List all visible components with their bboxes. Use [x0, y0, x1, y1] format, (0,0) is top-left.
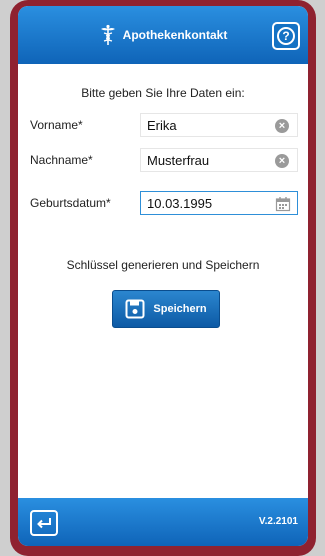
birthdate-row: Geburtsdatum* 10.03.1995 — [30, 191, 300, 215]
birthdate-label: Geburtsdatum* — [30, 196, 111, 210]
last-name-value: Musterfrau — [147, 153, 210, 168]
last-name-label: Nachname* — [30, 153, 93, 167]
page-title: Apothekenkontakt — [122, 28, 228, 42]
birthdate-value: 10.03.1995 — [147, 196, 213, 211]
help-button[interactable]: ? — [272, 22, 300, 50]
caduceus-icon — [100, 24, 115, 45]
first-name-value: Erika — [147, 118, 177, 133]
clear-icon[interactable]: × — [275, 119, 289, 133]
form-instruction: Bitte geben Sie Ihre Daten ein: — [81, 86, 245, 100]
save-button[interactable]: Speichern — [112, 290, 220, 328]
back-button[interactable] — [30, 510, 58, 536]
app-screen: Apothekenkontakt ? Bitte geben Sie Ihre … — [18, 6, 308, 546]
birthdate-field[interactable]: 10.03.1995 — [140, 191, 298, 215]
first-name-field[interactable]: Erika × — [140, 113, 298, 137]
header-bar: Apothekenkontakt ? — [18, 6, 308, 64]
calendar-icon[interactable] — [275, 196, 291, 212]
generate-key-text: Schlüssel generieren und Speichern — [66, 258, 260, 272]
help-glyph: ? — [282, 29, 290, 43]
last-name-field[interactable]: Musterfrau × — [140, 148, 298, 172]
header-title-group: Apothekenkontakt — [99, 24, 228, 46]
floppy-disk-icon — [125, 299, 145, 319]
first-name-row: Vorname* Erika × — [30, 113, 300, 137]
back-arrow-icon — [37, 518, 51, 529]
save-button-label: Speichern — [153, 303, 207, 315]
version-label: V.2.2101 — [258, 516, 298, 527]
last-name-row: Nachname* Musterfrau × — [30, 148, 300, 172]
footer-bar: V.2.2101 — [18, 498, 308, 546]
help-circle-icon: ? — [277, 27, 295, 45]
clear-icon[interactable]: × — [275, 154, 289, 168]
first-name-label: Vorname* — [30, 118, 83, 132]
